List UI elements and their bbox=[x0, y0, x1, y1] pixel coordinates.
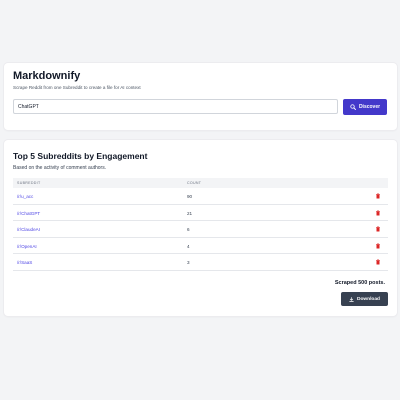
scraped-status: Scraped 500 posts. bbox=[334, 280, 385, 286]
download-button[interactable]: Download bbox=[341, 292, 388, 306]
subreddit-link[interactable]: /r/OpenAI bbox=[17, 244, 37, 249]
subreddit-link[interactable]: /r/SaaS bbox=[17, 260, 32, 265]
subreddit-count: 3 bbox=[187, 260, 190, 265]
subreddit-link[interactable]: /r/u_acc bbox=[17, 194, 33, 199]
search-icon bbox=[350, 104, 356, 110]
subreddit-link[interactable]: /r/ClaudeAI bbox=[17, 227, 40, 232]
subreddit-count: 6 bbox=[187, 227, 190, 232]
subreddit-table: SUBREDDIT COUNT /r/u_acc 90/r/ChatGPT 21/r… bbox=[13, 178, 388, 271]
trash-icon[interactable] bbox=[375, 193, 381, 199]
app-title: Markdownify bbox=[13, 70, 81, 82]
table-row: /r/ClaudeAI 6 bbox=[13, 221, 388, 238]
table-row: /r/SaaS 3 bbox=[13, 254, 388, 271]
trash-icon[interactable] bbox=[375, 242, 381, 249]
download-icon bbox=[349, 296, 354, 302]
results-card: Top 5 Subreddits by Engagement Based on … bbox=[4, 140, 397, 316]
table-row: /r/ChatGPT 21 bbox=[13, 205, 388, 221]
results-title: Top 5 Subreddits by Engagement bbox=[13, 151, 148, 161]
discover-button-label: Discover bbox=[358, 104, 381, 110]
trash-icon[interactable] bbox=[375, 226, 381, 232]
scrape-form-card: Markdownify Scrape Reddit from one Subre… bbox=[4, 63, 397, 130]
subreddit-input[interactable] bbox=[13, 99, 338, 114]
table-row: /r/OpenAI 4 bbox=[13, 238, 388, 254]
discover-button[interactable]: Discover bbox=[343, 99, 387, 115]
subreddit-count: 21 bbox=[187, 210, 193, 216]
results-subtitle: Based on the activity of comment authors… bbox=[13, 165, 107, 171]
subreddit-count: 4 bbox=[187, 243, 190, 249]
app-subtitle: Scrape Reddit from one Subreddit to crea… bbox=[13, 85, 141, 90]
trash-icon[interactable] bbox=[375, 259, 381, 265]
table-row: /r/u_acc 90 bbox=[13, 188, 388, 205]
subreddit-link[interactable]: /r/ChatGPT bbox=[17, 211, 40, 216]
table-header: SUBREDDIT COUNT bbox=[13, 178, 388, 188]
column-header-count: COUNT bbox=[187, 181, 202, 185]
trash-icon[interactable] bbox=[375, 209, 381, 216]
column-header-subreddit: SUBREDDIT bbox=[17, 181, 41, 185]
subreddit-count: 90 bbox=[187, 194, 193, 199]
download-button-label: Download bbox=[357, 296, 380, 302]
